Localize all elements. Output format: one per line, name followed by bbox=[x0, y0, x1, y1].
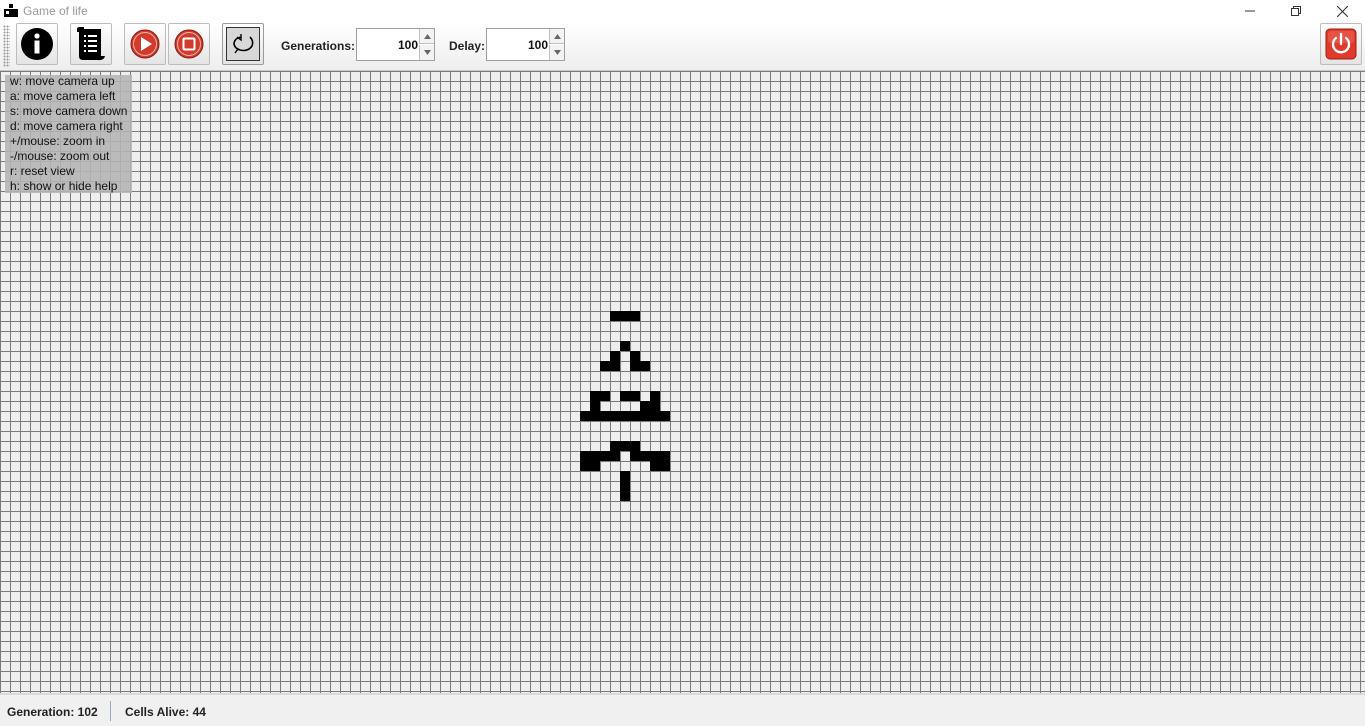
reset-button[interactable] bbox=[222, 23, 264, 65]
help-overlay: w: move camera up a: move camera left s: m… bbox=[5, 74, 132, 193]
toolbar-grip[interactable] bbox=[3, 25, 10, 67]
chevron-down-icon bbox=[553, 50, 561, 55]
title-bar: Game of life bbox=[0, 0, 1365, 22]
delay-label: Delay: bbox=[449, 39, 486, 53]
generations-increment-button[interactable] bbox=[419, 29, 434, 44]
live-cell bbox=[630, 451, 640, 461]
live-cell bbox=[620, 481, 630, 491]
live-cell bbox=[610, 441, 620, 451]
live-cell bbox=[620, 441, 630, 451]
chevron-down-icon bbox=[423, 50, 431, 55]
delay-decrement-button[interactable] bbox=[549, 45, 564, 60]
minimize-icon bbox=[1245, 10, 1255, 12]
live-cell bbox=[610, 351, 620, 361]
live-cell bbox=[630, 311, 640, 321]
live-cell bbox=[660, 411, 670, 421]
live-cell bbox=[590, 451, 600, 461]
loop-arrow-icon bbox=[233, 34, 254, 54]
live-cell bbox=[610, 451, 620, 461]
generations-label: Generations: bbox=[281, 39, 356, 53]
help-line: a: move camera left bbox=[10, 89, 116, 103]
help-line: s: move camera down bbox=[10, 104, 128, 118]
live-cell bbox=[620, 471, 630, 481]
restore-icon bbox=[1291, 6, 1301, 16]
status-bar: Generation: 102 Cells Alive: 44 bbox=[0, 693, 1365, 726]
live-cell bbox=[650, 461, 660, 471]
help-line: w: move camera up bbox=[10, 74, 115, 88]
scroll-list-icon bbox=[77, 27, 105, 61]
live-cell bbox=[600, 411, 610, 421]
toolbar: Generations: Delay: bbox=[0, 22, 1365, 71]
info-icon bbox=[21, 28, 53, 60]
live-cell bbox=[590, 411, 600, 421]
live-cell bbox=[640, 451, 650, 461]
stop-button[interactable] bbox=[168, 23, 210, 65]
live-cell bbox=[600, 451, 610, 461]
status-separator bbox=[110, 701, 111, 721]
live-cell bbox=[660, 461, 670, 471]
live-cell bbox=[640, 411, 650, 421]
live-cell bbox=[630, 391, 640, 401]
live-cell bbox=[580, 461, 590, 471]
rules-button[interactable] bbox=[70, 23, 112, 65]
live-cell bbox=[620, 391, 630, 401]
cell-layer bbox=[0, 71, 1365, 693]
reset-icon-frame bbox=[226, 27, 260, 61]
help-line: h: show or hide help bbox=[10, 179, 118, 193]
live-cell bbox=[580, 451, 590, 461]
live-cell bbox=[630, 411, 640, 421]
live-cell bbox=[590, 401, 600, 411]
generations-spinner[interactable] bbox=[356, 28, 435, 61]
live-cell bbox=[640, 361, 650, 371]
app-blocks-icon bbox=[4, 4, 18, 17]
live-cell bbox=[660, 451, 670, 461]
help-line: +/mouse: zoom in bbox=[10, 134, 106, 148]
restore-button[interactable] bbox=[1273, 0, 1319, 22]
live-cell bbox=[620, 411, 630, 421]
power-icon bbox=[1325, 28, 1357, 60]
delay-input[interactable] bbox=[488, 30, 550, 59]
live-cell bbox=[610, 361, 620, 371]
delay-spinner[interactable] bbox=[486, 28, 565, 61]
live-cell bbox=[600, 391, 610, 401]
generations-decrement-button[interactable] bbox=[419, 45, 434, 60]
live-cell bbox=[640, 401, 650, 411]
live-cell bbox=[600, 361, 610, 371]
cells-alive-count: Cells Alive: 44 bbox=[125, 705, 206, 719]
generation-count: Generation: 102 bbox=[7, 705, 98, 719]
minimize-button[interactable] bbox=[1227, 0, 1273, 22]
live-cell bbox=[610, 411, 620, 421]
close-button[interactable] bbox=[1319, 0, 1365, 22]
live-cell bbox=[580, 411, 590, 421]
live-cell bbox=[650, 451, 660, 461]
window-title: Game of life bbox=[23, 4, 88, 18]
live-cell bbox=[630, 351, 640, 361]
generations-input[interactable] bbox=[358, 30, 420, 59]
live-cell bbox=[590, 461, 600, 471]
help-line: r: reset view bbox=[10, 164, 75, 178]
chevron-up-icon bbox=[553, 33, 561, 39]
live-cell bbox=[650, 401, 660, 411]
help-line: -/mouse: zoom out bbox=[10, 149, 110, 163]
close-icon bbox=[1336, 5, 1348, 17]
play-icon bbox=[130, 29, 160, 59]
live-cell bbox=[650, 391, 660, 401]
exit-button[interactable] bbox=[1320, 23, 1362, 65]
live-cell bbox=[590, 391, 600, 401]
help-line: d: move camera right bbox=[10, 119, 123, 133]
info-button[interactable] bbox=[16, 23, 58, 65]
stop-icon bbox=[174, 29, 204, 59]
live-cell bbox=[650, 411, 660, 421]
game-board[interactable]: w: move camera up a: move camera left s: m… bbox=[0, 71, 1365, 693]
chevron-up-icon bbox=[423, 33, 431, 39]
live-cell bbox=[630, 361, 640, 371]
play-button[interactable] bbox=[124, 23, 166, 65]
live-cell bbox=[620, 491, 630, 501]
live-cell bbox=[630, 441, 640, 451]
live-cell bbox=[620, 341, 630, 351]
delay-increment-button[interactable] bbox=[549, 29, 564, 44]
live-cell bbox=[620, 311, 630, 321]
live-cell bbox=[610, 311, 620, 321]
